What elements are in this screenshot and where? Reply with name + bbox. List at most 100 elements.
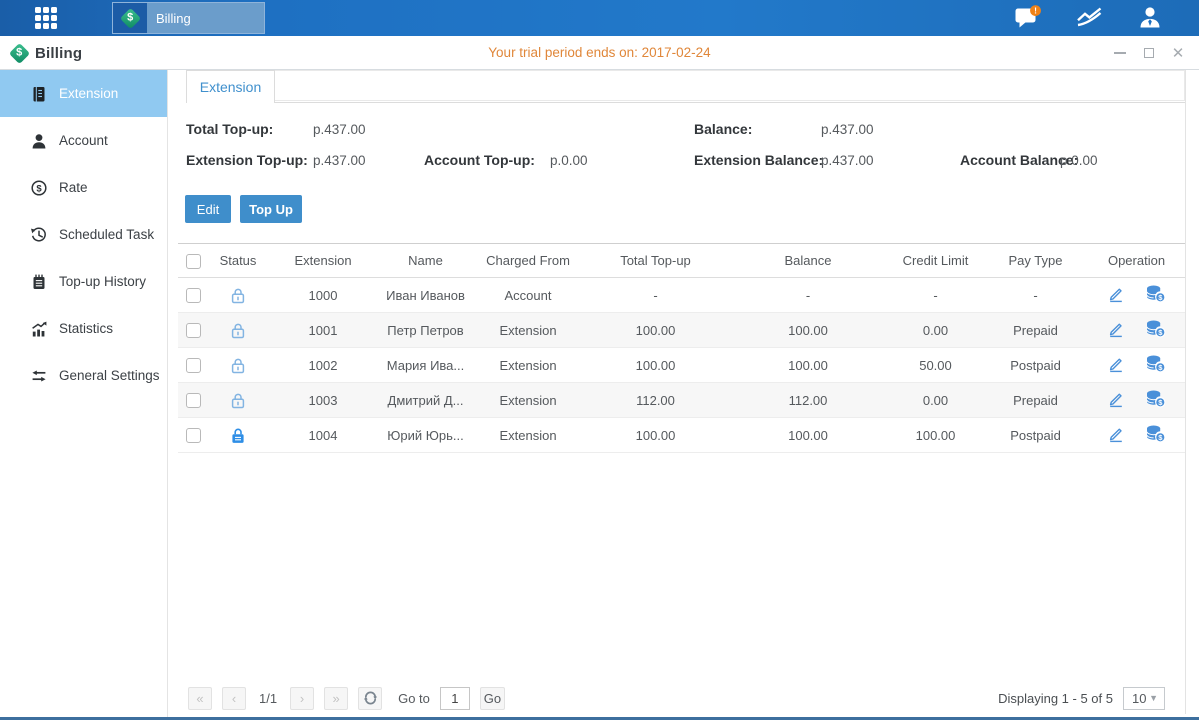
topup-coins-icon[interactable]: $ <box>1145 319 1166 341</box>
sidebar-item-label: Rate <box>59 180 88 195</box>
table-row: 1003 Дмитрий Д... Extension 112.00 112.0… <box>178 383 1185 418</box>
sidebar-item-general-settings[interactable]: General Settings <box>0 352 167 399</box>
sidebar-item-label: Extension <box>59 86 118 101</box>
sidebar-item-extension[interactable]: Extension <box>0 70 167 117</box>
topup-coins-icon[interactable]: $ <box>1145 354 1166 376</box>
table-header-row: Status Extension Name Charged From Total… <box>178 244 1185 278</box>
sidebar-item-label: General Settings <box>59 368 160 383</box>
sidebar-item-rate[interactable]: $ Rate <box>0 164 167 211</box>
chevron-down-icon: ▼ <box>1149 693 1158 703</box>
cell-extension: 1000 <box>268 278 378 313</box>
next-page-button[interactable]: › <box>290 687 314 710</box>
select-all-checkbox[interactable] <box>186 254 201 269</box>
cell-balance: 100.00 <box>728 313 888 348</box>
row-checkbox[interactable] <box>186 428 201 443</box>
edit-icon[interactable] <box>1107 285 1125 306</box>
tab-strip-filler <box>275 70 1185 101</box>
account-topup-label: Account Top-up: <box>424 152 535 168</box>
tab-extension[interactable]: Extension <box>186 70 275 103</box>
bar-chart-arrow-icon <box>30 320 48 338</box>
status-lock-icon <box>230 286 246 301</box>
cell-name: Петр Петров <box>378 313 473 348</box>
sidebar-item-scheduled-task[interactable]: Scheduled Task <box>0 211 167 258</box>
cell-charged-from: Extension <box>473 383 583 418</box>
dollar-circle-icon: $ <box>30 179 48 197</box>
close-button[interactable]: ✕ <box>1171 46 1185 60</box>
notepad-icon <box>30 273 48 291</box>
row-checkbox[interactable] <box>186 358 201 373</box>
table-row: 1004 Юрий Юрь... Extension 100.00 100.00… <box>178 418 1185 453</box>
col-balance: Balance <box>728 244 888 278</box>
top-app-bar: $ Billing ! <box>0 0 1199 36</box>
sidebar-item-statistics[interactable]: Statistics <box>0 305 167 352</box>
cell-pay-type: - <box>983 278 1088 313</box>
cell-credit-limit: - <box>888 278 983 313</box>
top-up-button[interactable]: Top Up <box>240 195 302 223</box>
sidebar-item-topup-history[interactable]: Top-up History <box>0 258 167 305</box>
cell-balance: 112.00 <box>728 383 888 418</box>
sidebar-item-label: Scheduled Task <box>59 227 154 242</box>
cell-total-topup: - <box>583 278 728 313</box>
svg-text:$: $ <box>36 183 42 194</box>
row-checkbox[interactable] <box>186 323 201 338</box>
cell-credit-limit: 100.00 <box>888 418 983 453</box>
col-pay-type: Pay Type <box>983 244 1088 278</box>
sidebar: Extension Account $ Rate Scheduled T <box>0 70 168 717</box>
panel-right-border <box>1185 70 1186 714</box>
sidebar-item-label: Statistics <box>59 321 113 336</box>
pagination-toolbar: « ‹ 1/1 › » Go to Go <box>188 686 505 710</box>
app-tab-label: Billing <box>147 11 191 26</box>
cell-extension: 1003 <box>268 383 378 418</box>
edit-icon[interactable] <box>1107 320 1125 341</box>
status-lock-icon <box>230 391 246 406</box>
balance-value: p.437.00 <box>821 122 874 137</box>
transfer-arrows-icon <box>30 367 48 385</box>
notifications-chat-icon[interactable]: ! <box>1015 5 1042 32</box>
extension-ledger-icon <box>30 85 48 103</box>
maximize-button[interactable] <box>1142 46 1156 60</box>
app-tab-billing[interactable]: $ Billing <box>112 2 265 34</box>
topup-coins-icon[interactable]: $ <box>1145 424 1166 446</box>
statistics-chart-icon[interactable] <box>1076 6 1103 30</box>
edit-icon[interactable] <box>1107 425 1125 446</box>
notification-badge: ! <box>1034 5 1037 15</box>
cell-credit-limit: 0.00 <box>888 383 983 418</box>
refresh-button[interactable] <box>358 687 382 710</box>
user-account-icon[interactable] <box>1137 5 1163 32</box>
cell-total-topup: 112.00 <box>583 383 728 418</box>
last-page-button[interactable]: » <box>324 687 348 710</box>
table-row: 1002 Мария Ива... Extension 100.00 100.0… <box>178 348 1185 383</box>
col-credit-limit: Credit Limit <box>888 244 983 278</box>
apps-grid-icon[interactable] <box>35 7 69 29</box>
first-page-button[interactable]: « <box>188 687 212 710</box>
col-operation: Operation <box>1088 244 1185 278</box>
table-row: 1001 Петр Петров Extension 100.00 100.00… <box>178 313 1185 348</box>
topup-coins-icon[interactable]: $ <box>1145 389 1166 411</box>
balance-label: Balance: <box>694 121 752 137</box>
cell-name: Мария Ива... <box>378 348 473 383</box>
col-status: Status <box>208 244 268 278</box>
cell-total-topup: 100.00 <box>583 418 728 453</box>
status-lock-icon <box>230 356 246 371</box>
minimize-button[interactable] <box>1113 46 1127 60</box>
extension-balance-value: p.437.00 <box>821 153 874 168</box>
sidebar-item-label: Top-up History <box>59 274 146 289</box>
cell-charged-from: Extension <box>473 348 583 383</box>
prev-page-button[interactable]: ‹ <box>222 687 246 710</box>
page-size-select[interactable]: 10 ▼ <box>1123 687 1165 710</box>
cell-extension: 1001 <box>268 313 378 348</box>
row-checkbox[interactable] <box>186 288 201 303</box>
sidebar-item-account[interactable]: Account <box>0 117 167 164</box>
edit-icon[interactable] <box>1107 390 1125 411</box>
total-topup-label: Total Top-up: <box>186 121 273 137</box>
row-checkbox[interactable] <box>186 393 201 408</box>
cell-balance: - <box>728 278 888 313</box>
goto-page-input[interactable] <box>440 687 470 710</box>
cell-pay-type: Prepaid <box>983 383 1088 418</box>
edit-button[interactable]: Edit <box>185 195 231 223</box>
page-indicator: 1/1 <box>259 691 277 706</box>
edit-icon[interactable] <box>1107 355 1125 376</box>
go-button[interactable]: Go <box>480 687 505 710</box>
account-topup-value: p.0.00 <box>550 153 588 168</box>
topup-coins-icon[interactable]: $ <box>1145 284 1166 306</box>
